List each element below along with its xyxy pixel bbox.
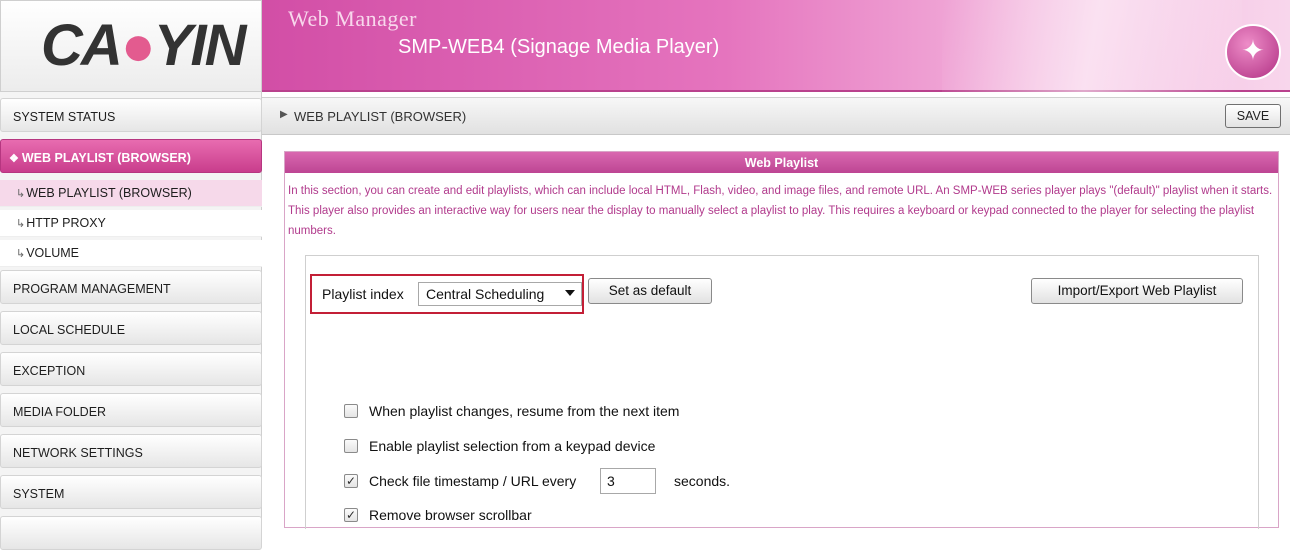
sidebar-item-system-status[interactable]: SYSTEM STATUS (0, 98, 262, 132)
sidebar: CA●YIN SYSTEM STATUS ❖ WEB PLAYLIST (BROW… (0, 0, 262, 550)
page-title: WEB PLAYLIST (BROWSER) (294, 109, 467, 124)
sub-arrow-icon: ↳ (16, 248, 26, 260)
checkbox-keypad-selection[interactable] (344, 439, 358, 453)
panel-title: Web Playlist (285, 152, 1278, 173)
interval-unit-label: seconds. (674, 473, 731, 489)
sidebar-item-label: LOCAL SCHEDULE (13, 323, 126, 337)
triangle-right-icon: ▶ (280, 109, 288, 120)
submenu-item-volume[interactable]: ↳VOLUME (0, 240, 262, 267)
submenu-item-web-playlist[interactable]: ↳WEB PLAYLIST (BROWSER) (0, 180, 262, 207)
chevron-down-icon (565, 290, 575, 296)
sidebar-item-media-folder[interactable]: MEDIA FOLDER (0, 393, 262, 427)
set-as-default-button[interactable]: Set as default (588, 278, 712, 304)
sidebar-item-local-schedule[interactable]: LOCAL SCHEDULE (0, 311, 262, 345)
option-label: Check file timestamp / URL every (369, 473, 577, 489)
sidebar-item-label: SYSTEM (13, 487, 65, 501)
submenu-item-label: HTTP PROXY (26, 216, 106, 230)
sidebar-item-network-settings[interactable]: NETWORK SETTINGS (0, 434, 262, 468)
option-label: Enable playlist selection from a keypad … (369, 438, 656, 454)
option-check-timestamp: ✓ Check file timestamp / URL every secon… (344, 468, 764, 494)
option-label: Remove browser scrollbar (369, 507, 532, 523)
logo-area: CA●YIN (0, 0, 262, 92)
sidebar-item-label: WEB PLAYLIST (BROWSER) (21, 151, 191, 165)
cayin-logo: CA●YIN (41, 13, 247, 78)
playlist-index-label: Playlist index (322, 286, 404, 302)
page-title-bar: ▶ WEB PLAYLIST (BROWSER) SAVE (262, 97, 1290, 135)
sidebar-item-web-playlist[interactable]: ❖ WEB PLAYLIST (BROWSER) (0, 139, 262, 173)
checkbox-resume-next[interactable] (344, 404, 358, 418)
sub-arrow-icon: ↳ (16, 188, 26, 200)
magic-wand-icon[interactable]: ✦ (1225, 24, 1281, 80)
submenu-item-label: WEB PLAYLIST (BROWSER) (26, 186, 192, 200)
playlist-index-value: Central Scheduling (426, 286, 545, 302)
checkbox-remove-scrollbar[interactable]: ✓ (344, 508, 358, 522)
sidebar-item-program-management[interactable]: PROGRAM MANAGEMENT (0, 270, 262, 304)
check-interval-input[interactable] (600, 468, 656, 494)
playlist-index-select[interactable]: Central Scheduling (418, 282, 582, 306)
sidebar-item-label: MEDIA FOLDER (13, 405, 107, 419)
submenu-item-label: VOLUME (26, 246, 80, 260)
sidebar-item-more[interactable] (0, 516, 262, 550)
playlist-settings-box: Playlist index Central Scheduling Set as… (305, 255, 1259, 529)
sidebar-item-label: PROGRAM MANAGEMENT (13, 282, 171, 296)
header-decoration (942, 0, 1242, 92)
sidebar-item-label: SYSTEM STATUS (13, 110, 116, 124)
app-header: Web Manager SMP-WEB4 (Signage Media Play… (262, 0, 1290, 92)
sidebar-item-system[interactable]: SYSTEM (0, 475, 262, 509)
app-title: Web Manager (288, 6, 417, 31)
sidebar-item-label: EXCEPTION (13, 364, 86, 378)
import-export-button[interactable]: Import/Export Web Playlist (1031, 278, 1243, 304)
sidebar-item-label: NETWORK SETTINGS (13, 446, 143, 460)
diamond-icon: ❖ (9, 153, 19, 165)
sub-arrow-icon: ↳ (16, 218, 26, 230)
option-label: When playlist changes, resume from the n… (369, 403, 680, 419)
web-playlist-panel: Web Playlist In this section, you can cr… (284, 151, 1279, 529)
checkbox-check-timestamp[interactable]: ✓ (344, 474, 358, 488)
sidebar-item-exception[interactable]: EXCEPTION (0, 352, 262, 386)
playlist-index-highlight: Playlist index Central Scheduling (310, 274, 584, 314)
panel-description: In this section, you can create and edit… (288, 185, 1273, 237)
submenu-item-http-proxy[interactable]: ↳HTTP PROXY (0, 210, 262, 237)
save-button[interactable]: SAVE (1225, 104, 1281, 128)
device-title: SMP-WEB4 (Signage Media Player) (398, 36, 720, 58)
